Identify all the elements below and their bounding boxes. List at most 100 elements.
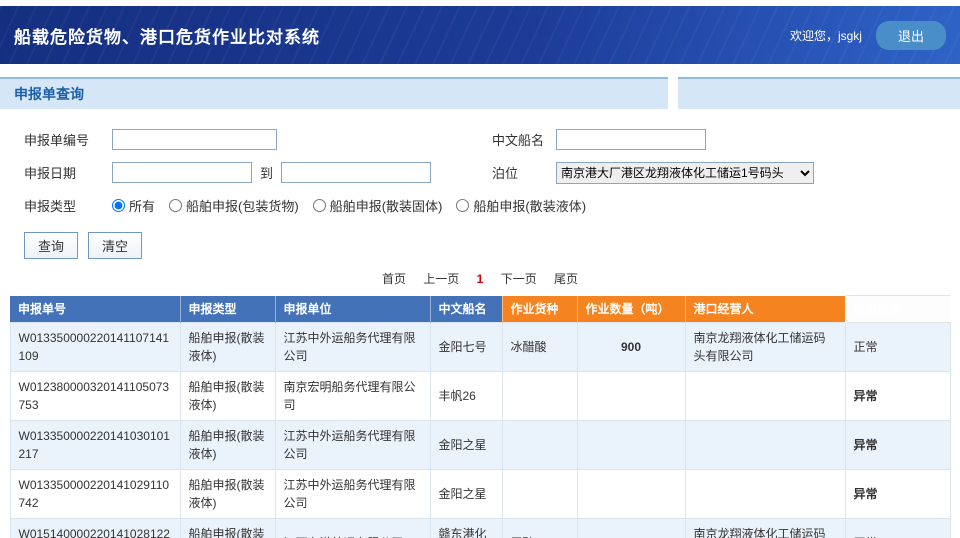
declaration-no-group: 申报单编号: [24, 129, 492, 150]
cell-declaration-unit: 江西东港航运有限公司: [275, 519, 430, 538]
cell-declaration-no: W013350000220141029110742: [10, 470, 180, 519]
cell-ship-name: 金阳之星: [430, 470, 502, 519]
type-radio-bulk-liquid-input[interactable]: [456, 199, 469, 212]
declaration-type-radios: 所有 船舶申报(包装货物) 船舶申报(散装固体) 船舶申报(散装液体): [112, 196, 586, 215]
cell-compare-result: 异常: [845, 421, 950, 470]
date-to-label: 到: [260, 163, 273, 182]
query-button[interactable]: 查询: [24, 232, 78, 259]
query-form: 申报单编号 中文船名 申报日期 到 泊位 南京港大厂港区龙翔液体化工储运1号码头: [0, 109, 960, 222]
table-row[interactable]: W015140000220141028122151 船舶申报(散装液体) 江西东…: [10, 519, 950, 538]
col-declaration-type: 申报类型: [180, 296, 275, 323]
type-radio-bulk-liquid[interactable]: 船舶申报(散装液体): [456, 196, 586, 215]
page-title: 申报单查询: [14, 84, 84, 104]
ship-name-input[interactable]: [556, 129, 706, 150]
cell-declaration-unit: 江苏中外运船务代理有限公司: [275, 470, 430, 519]
cell-declaration-type: 船舶申报(散装液体): [180, 372, 275, 421]
table-header-row: 申报单号 申报类型 申报单位 中文船名 作业货种 作业数量（吨） 港口经营人 比…: [10, 296, 950, 323]
cell-cargo-type: 甲醇: [502, 519, 577, 538]
col-compare-result: 比对结果: [845, 296, 950, 323]
cell-declaration-unit: 南京宏明船务代理有限公司: [275, 372, 430, 421]
form-actions: 查询 清空: [24, 232, 960, 259]
cell-port-operator: [685, 470, 845, 519]
col-cargo-qty: 作业数量（吨）: [577, 296, 685, 323]
cell-declaration-no: W013350000220141030101217: [10, 421, 180, 470]
cell-declaration-no: W012380000320141105073753: [10, 372, 180, 421]
page-last-link[interactable]: 尾页: [554, 272, 578, 286]
page-first-link[interactable]: 首页: [382, 272, 406, 286]
type-radio-bulk-solid[interactable]: 船舶申报(散装固体): [313, 196, 443, 215]
page: 船载危险货物、港口危货作业比对系统 欢迎您，jsgkj 退出 申报单查询 申报单…: [0, 0, 960, 538]
cell-declaration-no: W013350000220141107141109: [10, 323, 180, 372]
type-radio-all-input[interactable]: [112, 199, 125, 212]
cell-declaration-type: 船舶申报(散装液体): [180, 323, 275, 372]
cell-ship-name: 赣东港化166: [430, 519, 502, 538]
cell-port-operator: [685, 421, 845, 470]
cell-declaration-type: 船舶申报(散装液体): [180, 519, 275, 538]
page-prev-link[interactable]: 上一页: [423, 272, 459, 286]
cell-declaration-type: 船舶申报(散装液体): [180, 421, 275, 470]
section-bar-right: [678, 77, 960, 109]
col-declaration-unit: 申报单位: [275, 296, 430, 323]
declaration-no-input[interactable]: [112, 129, 277, 150]
cell-cargo-qty: [577, 470, 685, 519]
cell-compare-result: 异常: [845, 470, 950, 519]
date-label: 申报日期: [24, 163, 112, 182]
cell-cargo-type: [502, 470, 577, 519]
form-row-2: 申报日期 到 泊位 南京港大厂港区龙翔液体化工储运1号码头: [24, 156, 960, 189]
type-radio-bulk-solid-input[interactable]: [313, 199, 326, 212]
page-current: 1: [477, 272, 484, 286]
col-cargo-type: 作业货种: [502, 296, 577, 323]
cell-ship-name: 金阳七号: [430, 323, 502, 372]
berth-label: 泊位: [492, 163, 556, 182]
welcome-text: 欢迎您，jsgkj: [790, 27, 862, 44]
results-table: 申报单号 申报类型 申报单位 中文船名 作业货种 作业数量（吨） 港口经营人 比…: [10, 295, 951, 538]
type-radio-all[interactable]: 所有: [112, 196, 155, 215]
type-radio-packaged[interactable]: 船舶申报(包装货物): [169, 196, 299, 215]
ship-name-label: 中文船名: [492, 130, 556, 149]
date-from-input[interactable]: [112, 162, 252, 183]
app-header: 船载危险货物、港口危货作业比对系统 欢迎您，jsgkj 退出: [0, 6, 960, 64]
clear-button[interactable]: 清空: [88, 232, 142, 259]
cell-declaration-unit: 江苏中外运船务代理有限公司: [275, 421, 430, 470]
app-title: 船载危险货物、港口危货作业比对系统: [14, 23, 320, 48]
table-row[interactable]: W012380000320141105073753 船舶申报(散装液体) 南京宏…: [10, 372, 950, 421]
type-radio-bulk-liquid-label: 船舶申报(散装液体): [473, 196, 586, 215]
type-radio-all-label: 所有: [129, 196, 155, 215]
declaration-no-label: 申报单编号: [24, 130, 112, 149]
table-row[interactable]: W013350000220141030101217 船舶申报(散装液体) 江苏中…: [10, 421, 950, 470]
cell-port-operator: [685, 372, 845, 421]
table-row[interactable]: W013350000220141107141109 船舶申报(散装液体) 江苏中…: [10, 323, 950, 372]
cell-compare-result: 异常: [845, 372, 950, 421]
form-row-3: 申报类型 所有 船舶申报(包装货物) 船舶申报(散装固体) 船舶申报(散装液体): [24, 189, 960, 222]
table-row[interactable]: W013350000220141029110742 船舶申报(散装液体) 江苏中…: [10, 470, 950, 519]
cell-cargo-type: [502, 372, 577, 421]
cell-port-operator: 南京龙翔液体化工储运码头有限公司: [685, 519, 845, 538]
berth-select[interactable]: 南京港大厂港区龙翔液体化工储运1号码头: [556, 162, 814, 184]
pagination: 首页 上一页 1 下一页 尾页: [0, 270, 960, 287]
cell-cargo-qty: [577, 372, 685, 421]
cell-declaration-type: 船舶申报(散装液体): [180, 470, 275, 519]
type-radio-bulk-solid-label: 船舶申报(散装固体): [330, 196, 443, 215]
cell-ship-name: 金阳之星: [430, 421, 502, 470]
berth-group: 泊位 南京港大厂港区龙翔液体化工储运1号码头: [492, 162, 814, 184]
cell-declaration-no: W015140000220141028122151: [10, 519, 180, 538]
type-label: 申报类型: [24, 196, 112, 215]
col-port-operator: 港口经营人: [685, 296, 845, 323]
cell-declaration-unit: 江苏中外运船务代理有限公司: [275, 323, 430, 372]
section-bar-left: 申报单查询: [0, 77, 668, 109]
date-to-input[interactable]: [281, 162, 431, 183]
cell-cargo-qty: 900: [577, 323, 685, 372]
page-next-link[interactable]: 下一页: [501, 272, 537, 286]
cell-cargo-qty: 600: [577, 519, 685, 538]
type-radio-packaged-input[interactable]: [169, 199, 182, 212]
logout-button[interactable]: 退出: [876, 21, 946, 50]
form-row-1: 申报单编号 中文船名: [24, 123, 960, 156]
ship-name-group: 中文船名: [492, 129, 706, 150]
cell-compare-result: 正常: [845, 323, 950, 372]
cell-compare-result: 正常: [845, 519, 950, 538]
cell-ship-name: 丰帆26: [430, 372, 502, 421]
cell-cargo-type: 冰醋酸: [502, 323, 577, 372]
section-bar: 申报单查询: [0, 77, 960, 109]
date-range-group: 申报日期 到: [24, 162, 492, 183]
cell-port-operator: 南京龙翔液体化工储运码头有限公司: [685, 323, 845, 372]
